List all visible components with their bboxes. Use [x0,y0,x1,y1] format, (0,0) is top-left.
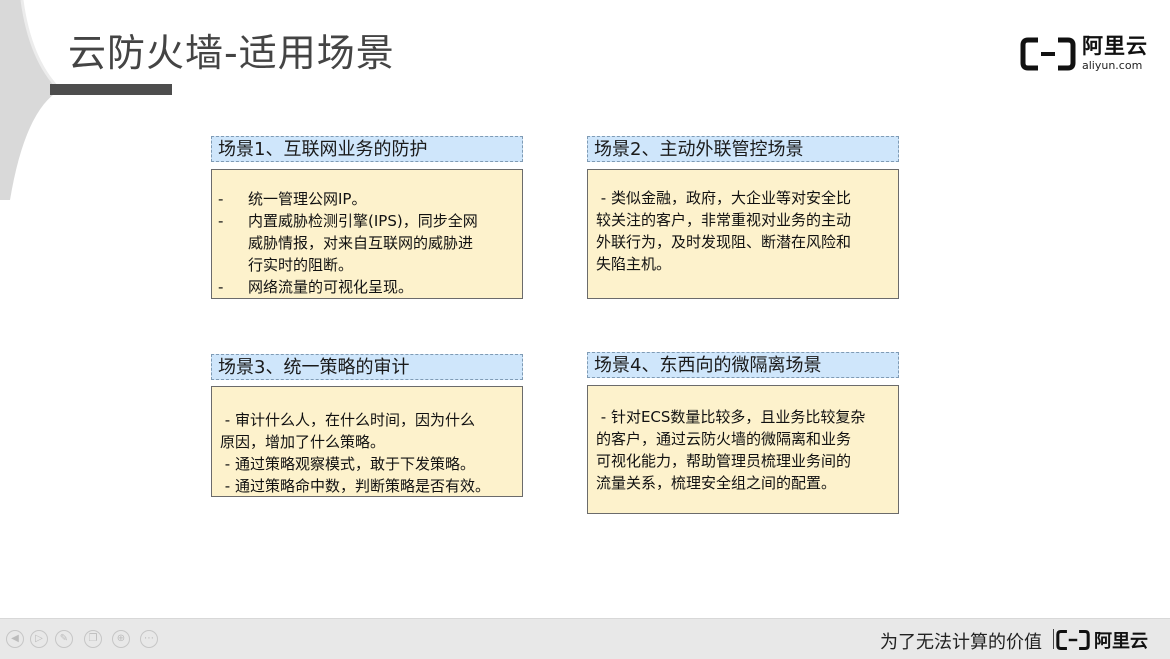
scenario-line: 原因，增加了什么策略。 [220,433,386,451]
prev-icon[interactable]: ◀ [6,630,24,648]
scenario-header: 场景4、东西向的微隔离场景 [587,352,899,378]
scenario-line: - 针对ECS数量比较多，且业务比较复杂 [596,408,866,426]
scenario-line: - 类似金融，政府，大企业等对安全比 [596,189,851,207]
footer-brand: 阿里云 [1094,631,1148,652]
decorative-curve [0,0,60,200]
more-icon[interactable]: ⋯ [140,630,158,648]
list-item: 行实时的阻断。 [248,256,354,274]
title-underline-bar [50,84,172,95]
list-item: - 网络流量的可视化呈现。 [218,278,414,296]
pen-icon[interactable]: ✎ [55,630,73,648]
scenario-line: 外联行为，及时发现阻、断潜在风险和 [596,233,852,251]
scenario-line: - 通过策略观察模式，敢于下发策略。 [220,455,475,473]
footer-bar: ◀ ▷ ✎ ❐ ⊕ ⋯ 为了无法计算的价值 阿里云 [0,618,1170,659]
footer-logo: 阿里云 [1056,627,1148,653]
footer-slogan: 为了无法计算的价值 [880,632,1042,653]
logo-domain: aliyun.com [1082,59,1143,72]
scenario-body: - 针对ECS数量比较多，且业务比较复杂 的客户，通过云防火墙的微隔离和业务 可… [587,385,899,514]
scenario-card-2: 场景2、主动外联管控场景 - 类似金融，政府，大企业等对安全比 较关注的客户，非… [587,136,899,299]
scenario-header: 场景1、互联网业务的防护 [211,136,523,162]
scenario-card-4: 场景4、东西向的微隔离场景 - 针对ECS数量比较多，且业务比较复杂 的客户，通… [587,352,899,514]
list-item: - 内置威胁检测引擎(IPS)，同步全网 [218,212,478,230]
aliyun-mark-icon [1056,629,1090,651]
scenario-line: - 审计什么人，在什么时间，因为什么 [220,411,475,429]
aliyun-logo: 阿里云 aliyun.com [1020,36,1148,71]
footer-separator [1053,629,1054,649]
copy-icon[interactable]: ❐ [84,630,102,648]
scenario-line: 失陷主机。 [596,255,672,273]
logo-name: 阿里云 [1082,34,1148,58]
scenario-card-1: 场景1、互联网业务的防护 - 统一管理公网IP。 - 内置威胁检测引擎(IPS)，同… [211,136,523,299]
scenario-line: 可视化能力，帮助管理员梳理业务间的 [596,452,852,470]
list-item: 威胁情报，对来自互联网的威胁进 [248,234,474,252]
scenario-line: - 通过策略命中数，判断策略是否有效。 [220,477,490,495]
scenario-line: 较关注的客户，非常重视对业务的主动 [596,211,852,229]
list-item: - 统一管理公网IP。 [218,190,367,208]
scenario-body: - 审计什么人，在什么时间，因为什么 原因，增加了什么策略。 - 通过策略观察模… [211,386,523,497]
aliyun-mark-icon [1020,37,1076,70]
scenario-card-3: 场景3、统一策略的审计 - 审计什么人，在什么时间，因为什么 原因，增加了什么策… [211,354,523,497]
zoom-icon[interactable]: ⊕ [112,630,130,648]
scenario-line: 流量关系，梳理安全组之间的配置。 [596,474,837,492]
scenario-body: - 类似金融，政府，大企业等对安全比 较关注的客户，非常重视对业务的主动 外联行… [587,169,899,299]
play-icon[interactable]: ▷ [30,630,48,648]
scenario-body: - 统一管理公网IP。 - 内置威胁检测引擎(IPS)，同步全网 威胁情报，对来自互… [211,169,523,299]
scenario-header: 场景3、统一策略的审计 [211,354,523,380]
page-title: 云防火墙-适用场景 [68,31,395,75]
scenario-line: 的客户，通过云防火墙的微隔离和业务 [596,430,852,448]
scenario-header: 场景2、主动外联管控场景 [587,136,899,162]
